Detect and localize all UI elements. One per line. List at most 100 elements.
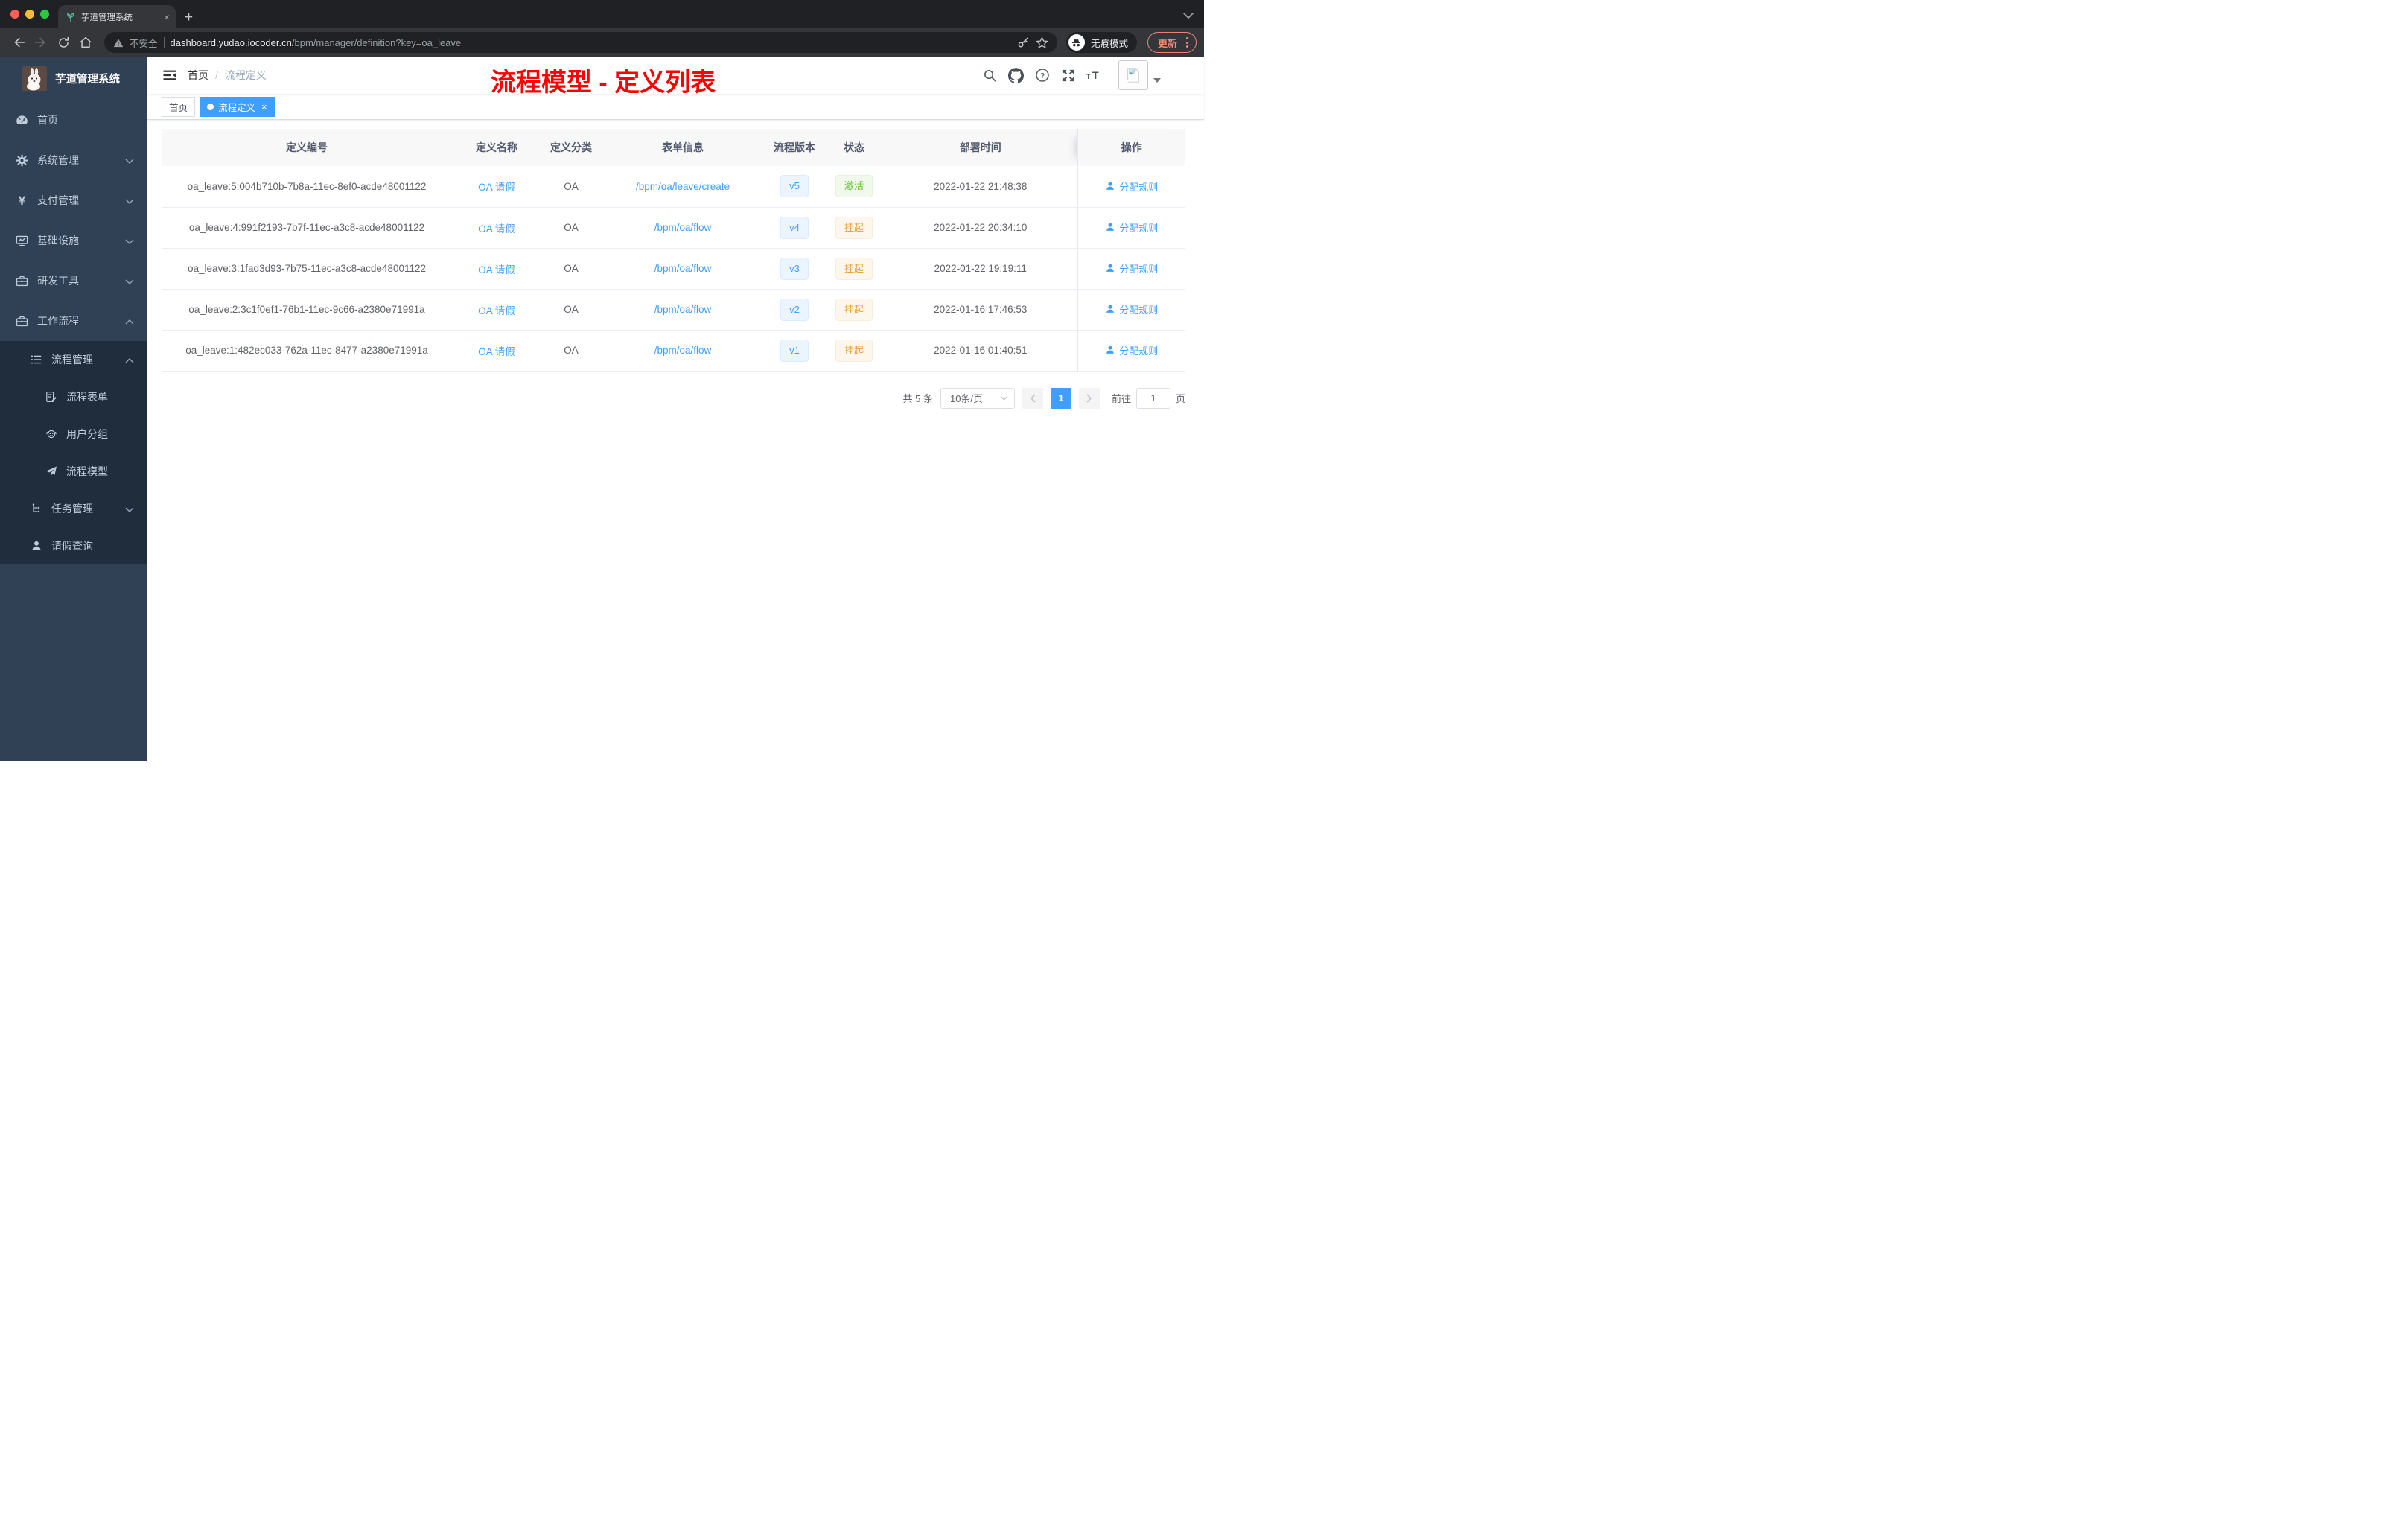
- help-icon[interactable]: ?: [1035, 68, 1050, 83]
- sidebar-item-label: 首页: [37, 114, 58, 126]
- tag-home[interactable]: 首页: [162, 96, 196, 117]
- cell-definition-id: oa_leave:4:991f2193-7b7f-11ec-a3c8-acde4…: [162, 207, 452, 249]
- incognito-label: 无痕模式: [1090, 38, 1128, 49]
- chevron-down-icon: [125, 235, 134, 246]
- bookmark-star-icon[interactable]: [1036, 36, 1048, 49]
- sidebar-item-user-group[interactable]: 用户分组: [0, 415, 147, 453]
- definition-name-link[interactable]: OA 请假: [478, 305, 515, 316]
- tag-label: 首页: [169, 102, 188, 113]
- user-icon: [1106, 346, 1115, 354]
- tab-close-icon[interactable]: ×: [164, 12, 170, 22]
- font-size-icon[interactable]: TT: [1086, 69, 1103, 82]
- fullscreen-icon[interactable]: [1061, 69, 1075, 83]
- close-window-button[interactable]: [10, 10, 19, 19]
- sidebar-item-label: 基础设施: [37, 235, 79, 246]
- send-icon: [45, 465, 57, 477]
- form-info-link[interactable]: /bpm/oa/flow: [654, 304, 712, 315]
- browser-tab-strip: 芋道管理系统 × +: [0, 0, 1204, 28]
- tag-close-icon[interactable]: ×: [261, 102, 267, 112]
- url-text[interactable]: dashboard.yudao.iocoder.cn/bpm/manager/d…: [171, 37, 1011, 48]
- window-controls: [0, 0, 58, 28]
- chevron-up-icon: [125, 354, 134, 366]
- header-definition-name: 定义名称: [452, 129, 541, 166]
- header-definition-category: 定义分类: [541, 129, 601, 166]
- url-domain: dashboard.yudao.iocoder.cn: [170, 36, 292, 48]
- github-icon[interactable]: [1008, 67, 1024, 83]
- sidebar-item-process-form[interactable]: 流程表单: [0, 378, 147, 415]
- table-row: oa_leave:1:482ec033-762a-11ec-8477-a2380…: [162, 330, 1185, 372]
- user-avatar-dropdown[interactable]: [1118, 60, 1161, 90]
- sidebar-item-label: 工作流程: [37, 315, 79, 327]
- assign-rule-link[interactable]: 分配规则: [1105, 220, 1158, 235]
- goto-page-input[interactable]: [1135, 387, 1170, 409]
- form-info-link[interactable]: /bpm/oa/flow: [654, 222, 712, 233]
- goto-label: 前往: [1111, 393, 1131, 404]
- sidebar-item-process-management[interactable]: 流程管理: [0, 341, 147, 378]
- key-icon[interactable]: [1017, 36, 1030, 49]
- definition-name-link[interactable]: OA 请假: [478, 346, 515, 357]
- sidebar-item-home[interactable]: 首页: [0, 100, 147, 140]
- sidebar-item-system[interactable]: 系统管理: [0, 140, 147, 180]
- form-icon: [45, 391, 57, 403]
- table-row: oa_leave:5:004b710b-7b8a-11ec-8ef0-acde4…: [162, 166, 1185, 208]
- chevron-right-icon: [1086, 393, 1092, 403]
- update-button[interactable]: 更新: [1147, 32, 1197, 53]
- tab-search-chevron-icon[interactable]: [1183, 9, 1194, 22]
- sidebar-item-payment[interactable]: ¥ 支付管理: [0, 180, 147, 220]
- url-bar[interactable]: 不安全 dashboard.yudao.iocoder.cn/bpm/manag…: [104, 32, 1057, 53]
- zoom-window-button[interactable]: [40, 10, 49, 19]
- sidebar-item-dev-tools[interactable]: 研发工具: [0, 261, 147, 301]
- next-page-button[interactable]: [1078, 387, 1100, 409]
- definition-name-link[interactable]: OA 请假: [478, 182, 515, 193]
- form-info-link[interactable]: /bpm/oa/flow: [654, 345, 712, 356]
- back-icon[interactable]: [9, 33, 28, 52]
- page-size-value: 10条/页: [949, 393, 984, 404]
- form-info-link[interactable]: /bpm/oa/leave/create: [636, 181, 730, 192]
- sidebar-toggle-hamburger-icon[interactable]: [159, 57, 188, 94]
- pagination-total: 共 5 条: [902, 393, 933, 404]
- assign-rule-link[interactable]: 分配规则: [1105, 179, 1158, 194]
- assign-rule-link[interactable]: 分配规则: [1105, 261, 1158, 276]
- definition-name-link[interactable]: OA 请假: [478, 223, 515, 235]
- sidebar-logo[interactable]: 芋道管理系统: [0, 57, 147, 100]
- new-tab-button[interactable]: +: [185, 10, 193, 25]
- cell-deploy-time: 2022-01-22 19:19:11: [884, 248, 1077, 290]
- reload-icon[interactable]: [54, 33, 73, 52]
- forward-icon[interactable]: [31, 33, 51, 52]
- minimize-window-button[interactable]: [25, 10, 34, 19]
- logo-rabbit-avatar: [22, 66, 47, 91]
- sidebar-item-process-model[interactable]: 流程模型: [0, 453, 147, 490]
- breadcrumb-home[interactable]: 首页: [188, 68, 208, 83]
- chevron-down-icon: [125, 275, 134, 287]
- home-icon[interactable]: [76, 33, 95, 52]
- browser-tab[interactable]: 芋道管理系统 ×: [58, 5, 176, 28]
- sidebar-item-infrastructure[interactable]: 基础设施: [0, 220, 147, 261]
- sidebar-item-leave-query[interactable]: 请假查询: [0, 527, 147, 564]
- cell-definition-id: oa_leave:3:1fad3d93-7b75-11ec-a3c8-acde4…: [162, 248, 452, 290]
- chevron-up-icon: [125, 315, 134, 327]
- yen-icon: ¥: [18, 193, 26, 208]
- dashboard-icon: [16, 114, 28, 127]
- security-label[interactable]: 不安全: [130, 36, 158, 50]
- form-info-link[interactable]: /bpm/oa/flow: [654, 263, 712, 274]
- update-label[interactable]: 更新: [1158, 36, 1177, 50]
- tag-label: 流程定义: [218, 102, 256, 113]
- sidebar-item-workflow[interactable]: 工作流程: [0, 301, 147, 341]
- assign-rule-link[interactable]: 分配规则: [1105, 302, 1158, 316]
- prev-page-button[interactable]: [1022, 387, 1043, 409]
- page-size-select[interactable]: 10条/页: [940, 387, 1015, 409]
- svg-text:T: T: [1086, 73, 1091, 80]
- incognito-badge: 无痕模式: [1066, 32, 1137, 53]
- tag-process-definition[interactable]: 流程定义 ×: [200, 96, 275, 117]
- active-tag-dot: [207, 103, 214, 110]
- browser-menu-dots-icon[interactable]: [1185, 36, 1190, 49]
- search-icon[interactable]: [983, 69, 997, 83]
- definition-name-link[interactable]: OA 请假: [478, 264, 515, 276]
- assign-rule-link[interactable]: 分配规则: [1105, 343, 1158, 357]
- page-number-1[interactable]: 1: [1050, 387, 1071, 409]
- sidebar-item-task-management[interactable]: 任务管理: [0, 490, 147, 527]
- table-row: oa_leave:3:1fad3d93-7b75-11ec-a3c8-acde4…: [162, 248, 1185, 290]
- cell-deploy-time: 2022-01-22 21:48:38: [884, 166, 1077, 208]
- cell-category: OA: [541, 166, 601, 208]
- version-badge: v1: [780, 339, 809, 362]
